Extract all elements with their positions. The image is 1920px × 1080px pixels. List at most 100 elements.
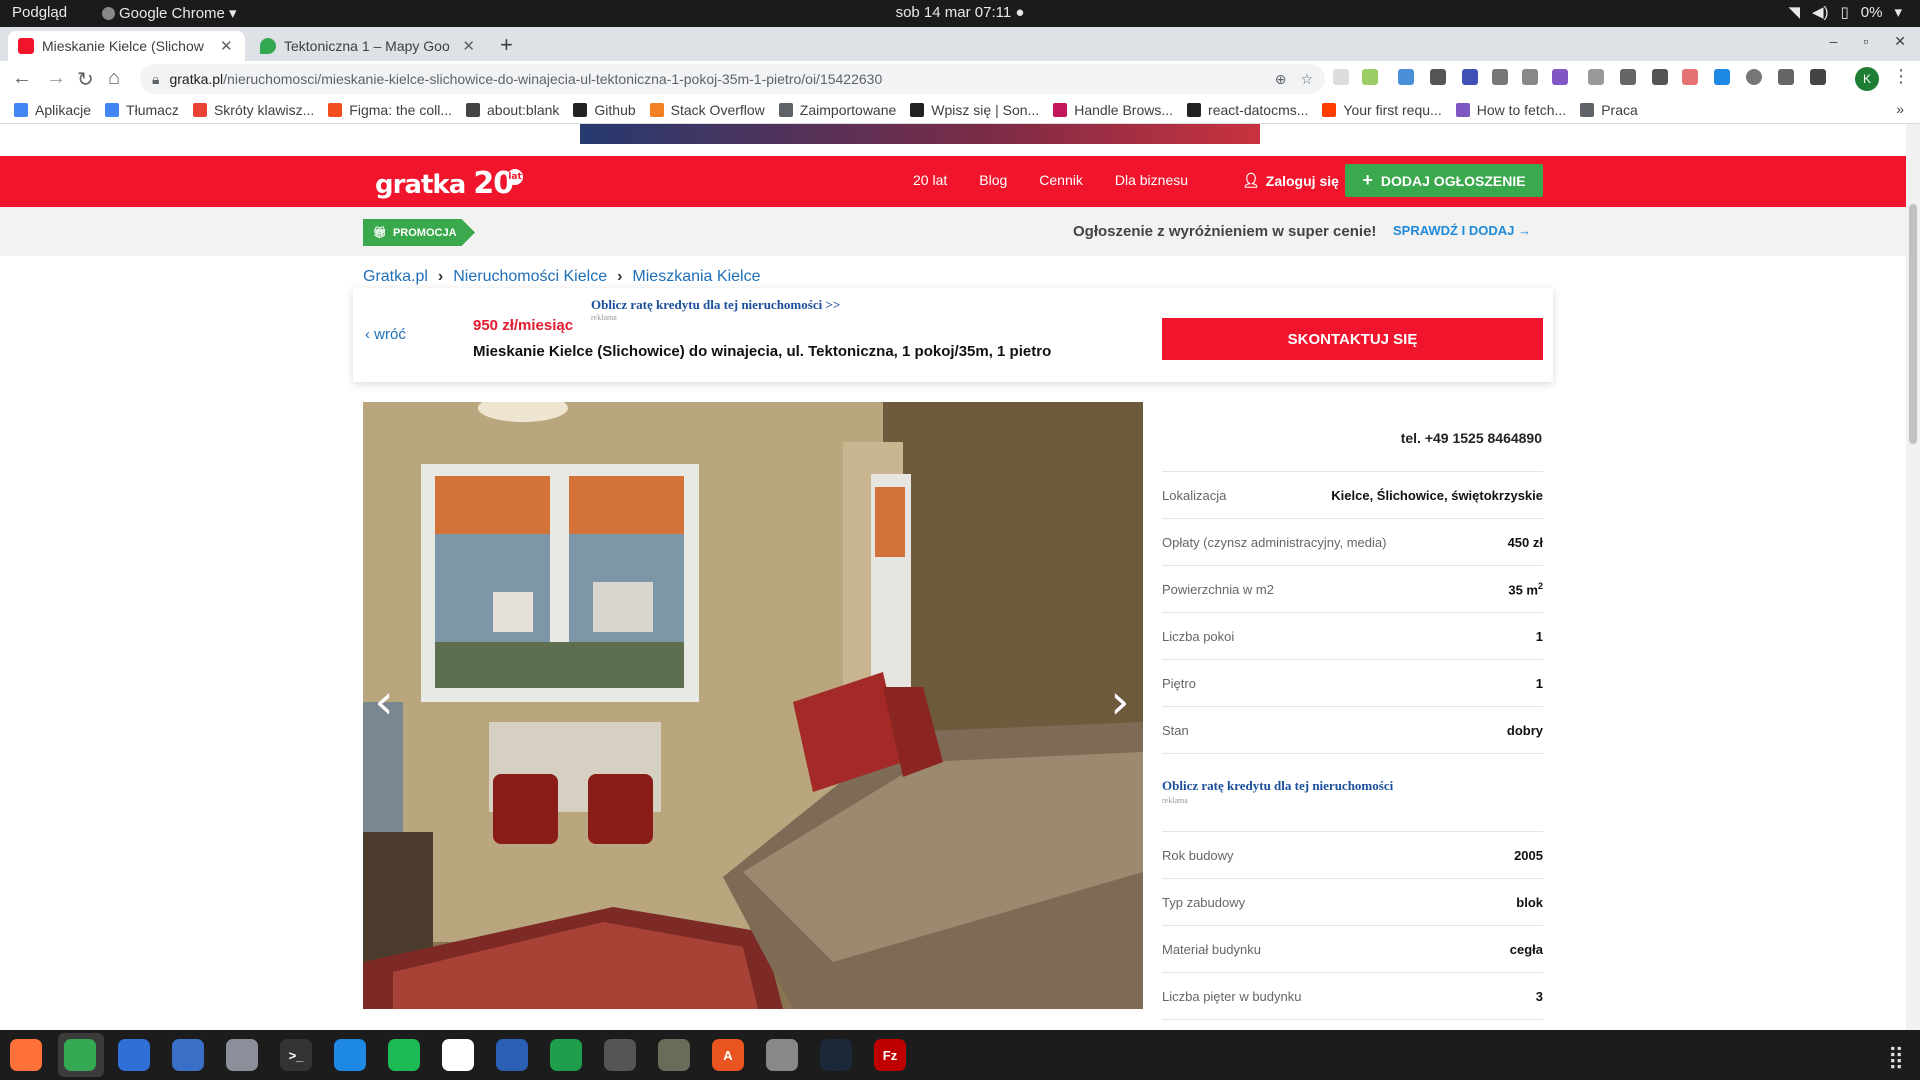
nav-cennik[interactable]: Cennik (1039, 172, 1083, 188)
software-store-icon[interactable]: A (712, 1039, 744, 1071)
system-tray[interactable]: ◥ ◀) ▯ 0% ▾ (1788, 3, 1902, 22)
extension-icon[interactable] (1398, 69, 1414, 85)
tab-close-icon[interactable]: ✕ (220, 37, 233, 55)
extension-icon[interactable] (1492, 69, 1508, 85)
bookmark-item[interactable]: Handle Brows... (1053, 102, 1173, 118)
extension-icon[interactable] (1778, 69, 1794, 85)
extension-icon[interactable] (1522, 69, 1538, 85)
credit-calc-link[interactable]: Oblicz ratę kredytu dla tej nieruchomośc… (1162, 778, 1543, 794)
minimize-icon[interactable]: – (1830, 33, 1838, 50)
bookmark-star-icon[interactable]: ☆ (1300, 71, 1313, 88)
offer-price: 950 zł/miesiąc (473, 317, 574, 334)
extension-icon[interactable] (1652, 69, 1668, 85)
nav-20-lat[interactable]: 20 lat (913, 172, 947, 188)
page-scrollbar[interactable] (1906, 124, 1920, 1030)
bookmark-item[interactable]: Skróty klawisz... (192, 102, 314, 118)
extension-icon[interactable] (1362, 69, 1378, 85)
photo-gallery[interactable]: ‹ › (363, 402, 1143, 1009)
promo-link[interactable]: SPRAWDŹ I DODAJ → (1393, 223, 1531, 238)
home-icon[interactable]: ⌂ (108, 67, 120, 90)
reload-icon[interactable]: ↻ (77, 67, 94, 92)
browser-menu-icon[interactable]: ⋮ (1892, 66, 1910, 87)
close-window-icon[interactable]: ✕ (1894, 33, 1906, 50)
login-link[interactable]: 👤︎ Zaloguj się (1242, 172, 1339, 189)
back-label: wróć (374, 326, 406, 343)
bookmarks-overflow-icon[interactable]: » (1896, 101, 1904, 117)
arrow-right-icon: → (1517, 223, 1531, 238)
calc-icon[interactable] (550, 1039, 582, 1071)
bookmark-item[interactable]: react-datocms... (1187, 102, 1308, 118)
show-apps-icon[interactable]: ⣿ (1888, 1044, 1904, 1070)
address-bar[interactable]: 🔒︎ gratka.pl/nieruchomosci/mieskanie-kie… (140, 64, 1325, 94)
extension-icon[interactable] (1588, 69, 1604, 85)
nav-dla-biznesu[interactable]: Dla biznesu (1115, 172, 1188, 188)
gratka-logo[interactable]: gratka 20lat (375, 166, 524, 201)
chrome-icon[interactable] (64, 1039, 96, 1071)
thunderbird-icon[interactable] (118, 1039, 150, 1071)
tab-close-icon[interactable]: ✕ (462, 37, 475, 55)
extension-icon[interactable] (1333, 69, 1349, 85)
bookmark-item[interactable]: Stack Overflow (649, 102, 765, 118)
bookmark-item[interactable]: Aplikacje (14, 102, 91, 118)
attribute-row: Liczba pięter w budynku 3 (1162, 973, 1543, 1020)
bookmark-item[interactable]: about:blank (466, 102, 559, 118)
breadcrumb-item[interactable]: Mieszkania Kielce (632, 268, 760, 286)
system-clock[interactable]: sob 14 mar 07:11 ● (0, 4, 1920, 21)
extension-icon[interactable] (1430, 69, 1446, 85)
settings-icon[interactable] (766, 1039, 798, 1071)
gallery-prev-icon[interactable]: ‹ (369, 677, 399, 727)
gallery-next-icon[interactable]: › (1105, 677, 1135, 727)
extension-icon[interactable] (1714, 69, 1730, 85)
breadcrumb-item[interactable]: Gratka.pl (363, 268, 428, 286)
spotify-icon[interactable] (388, 1039, 420, 1071)
bookmark-item[interactable]: Wpisz się | Son... (910, 102, 1039, 118)
steam-icon[interactable] (820, 1039, 852, 1071)
inkscape-icon[interactable] (604, 1039, 636, 1071)
files-icon[interactable] (226, 1039, 258, 1071)
add-listing-button[interactable]: + DODAJ OGŁOSZENIE (1345, 164, 1543, 197)
extension-icon[interactable] (1552, 69, 1568, 85)
phone-number[interactable]: tel. +49 1525 8464890 (1163, 430, 1542, 446)
back-link[interactable]: ‹ wróć (365, 326, 406, 343)
gratka-favicon-icon (18, 38, 34, 54)
bookmark-label: Your first requ... (1343, 102, 1442, 118)
back-arrow-icon[interactable]: ← (12, 67, 32, 90)
install-icon[interactable]: ⊕ (1275, 71, 1287, 88)
profile-avatar[interactable]: K (1855, 67, 1879, 91)
tab-google-maps[interactable]: Tektoniczna 1 – Mapy Goo ✕ (250, 31, 485, 61)
libreoffice-writer-icon[interactable] (496, 1039, 528, 1071)
writer-icon[interactable] (172, 1039, 204, 1071)
bookmark-item[interactable]: Praca (1580, 102, 1638, 118)
maximize-icon[interactable]: ▫ (1863, 33, 1868, 50)
bookmark-item[interactable]: Your first requ... (1322, 102, 1442, 118)
terminal-icon[interactable]: >_ (280, 1039, 312, 1071)
plus-icon: + (1362, 170, 1373, 190)
new-tab-button[interactable]: + (500, 32, 513, 58)
forward-arrow-icon[interactable]: → (46, 67, 66, 90)
promo-text: Ogłoszenie z wyróżnieniem w super cenie! (1073, 223, 1377, 240)
nav-blog[interactable]: Blog (979, 172, 1007, 188)
contact-button[interactable]: SKONTAKTUJ SIĘ (1162, 318, 1543, 360)
scrollbar-thumb[interactable] (1909, 204, 1917, 444)
bookmark-item[interactable]: How to fetch... (1455, 102, 1566, 118)
tab-gratka[interactable]: Mieskanie Kielce (Slichow ✕ (8, 31, 245, 61)
firefox-icon[interactable] (10, 1039, 42, 1071)
credit-calc-link[interactable]: Oblicz ratę kredytu dla tej nieruchomośc… (591, 297, 840, 313)
extension-icon[interactable] (1810, 69, 1826, 85)
bookmark-item[interactable]: Figma: the coll... (328, 102, 452, 118)
breadcrumb-item[interactable]: Nieruchomości Kielce (453, 268, 607, 286)
attribute-row: Materiał budynku cegła (1162, 926, 1543, 973)
chevron-left-icon: ‹ (365, 326, 370, 343)
extension-icon[interactable] (1746, 69, 1762, 85)
extension-icon[interactable] (1620, 69, 1636, 85)
extension-icon[interactable] (1682, 69, 1698, 85)
advert-banner[interactable] (580, 124, 1260, 144)
bookmark-item[interactable]: Zaimportowane (778, 102, 896, 118)
gimp-icon[interactable] (658, 1039, 690, 1071)
bookmark-item[interactable]: Tłumacz (105, 102, 179, 118)
bookmark-item[interactable]: Github (573, 102, 636, 118)
extension-icon[interactable] (1462, 69, 1478, 85)
slack-icon[interactable] (442, 1039, 474, 1071)
filezilla-icon[interactable]: Fz (874, 1039, 906, 1071)
vscode-icon[interactable] (334, 1039, 366, 1071)
